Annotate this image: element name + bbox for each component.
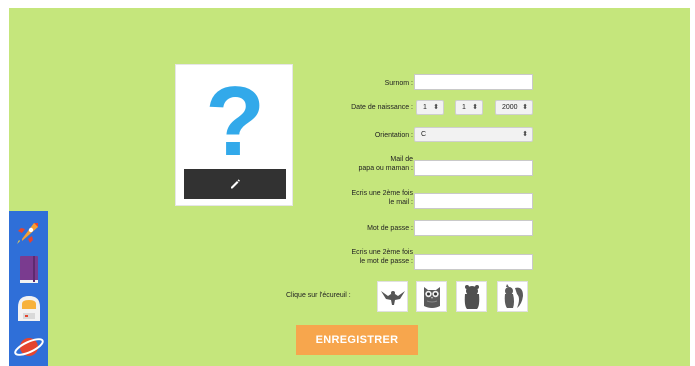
sidebar-item-planet[interactable] bbox=[9, 328, 48, 366]
email-confirm-input[interactable] bbox=[414, 193, 533, 209]
planet-icon bbox=[13, 338, 44, 356]
captcha-option-owl[interactable] bbox=[416, 281, 447, 312]
squirrel-icon bbox=[504, 283, 523, 308]
birthdate-label: Date de naissance : bbox=[351, 104, 413, 111]
astronaut-helmet-icon bbox=[17, 296, 40, 321]
rocket-icon bbox=[16, 223, 38, 244]
avatar-placeholder: ? bbox=[184, 66, 286, 176]
edit-avatar-button[interactable] bbox=[184, 169, 286, 199]
password-confirm-label-line2: le mot de passe : bbox=[359, 258, 413, 265]
birth-day-value: 1 bbox=[423, 104, 427, 111]
email-input[interactable] bbox=[414, 160, 533, 176]
email-label: Mail de papa ou maman : bbox=[359, 155, 413, 173]
password-label: Mot de passe : bbox=[367, 225, 413, 232]
captcha-option-squirrel[interactable] bbox=[497, 281, 528, 312]
select-arrow-icon: ⬍ bbox=[433, 104, 439, 111]
captcha-option-bear[interactable] bbox=[456, 281, 487, 312]
captcha-label: Clique sur l'écureuil : bbox=[286, 292, 351, 299]
eagle-icon bbox=[380, 290, 405, 305]
email-label-line1: Mail de bbox=[390, 156, 413, 163]
birth-month-select[interactable]: 1 ⬍ bbox=[455, 100, 483, 115]
surnom-label: Surnom : bbox=[384, 80, 413, 87]
birth-month-value: 1 bbox=[462, 104, 466, 111]
birth-year-value: 2000 bbox=[502, 104, 518, 111]
notebook-icon bbox=[19, 256, 38, 283]
email-confirm-label-line1: Ecris une 2ème fois bbox=[351, 190, 413, 197]
surnom-input[interactable] bbox=[414, 74, 533, 90]
birth-year-select[interactable]: 2000 ⬍ bbox=[495, 100, 533, 115]
birth-day-select[interactable]: 1 ⬍ bbox=[416, 100, 444, 115]
select-arrow-icon: ⬍ bbox=[522, 131, 528, 138]
orientation-label: Orientation : bbox=[374, 132, 413, 139]
avatar-card: ? bbox=[175, 64, 293, 206]
select-arrow-icon: ⬍ bbox=[522, 104, 528, 111]
password-confirm-input[interactable] bbox=[414, 254, 533, 270]
page-background bbox=[9, 8, 690, 366]
left-sidebar bbox=[9, 211, 48, 366]
bear-icon bbox=[464, 284, 479, 309]
email-label-line2: papa ou maman : bbox=[358, 165, 413, 172]
register-button[interactable]: ENREGISTRER bbox=[296, 325, 418, 355]
orientation-select[interactable]: C ⬍ bbox=[414, 127, 533, 142]
password-input[interactable] bbox=[414, 220, 533, 236]
email-confirm-label-line2: le mail : bbox=[388, 199, 413, 206]
sidebar-item-astronaut[interactable] bbox=[9, 290, 48, 328]
password-confirm-label: Ecris une 2ème fois le mot de passe : bbox=[352, 248, 413, 266]
sidebar-item-notebook[interactable] bbox=[9, 251, 48, 289]
orientation-value: C bbox=[421, 131, 427, 138]
captcha-option-eagle[interactable] bbox=[377, 281, 408, 312]
question-mark-icon: ? bbox=[205, 66, 265, 176]
email-confirm-label: Ecris une 2ème fois le mail : bbox=[352, 189, 413, 207]
select-arrow-icon: ⬍ bbox=[472, 104, 478, 111]
sidebar-item-rocket[interactable] bbox=[9, 213, 48, 251]
pencil-icon bbox=[231, 179, 240, 189]
owl-icon bbox=[423, 286, 440, 308]
password-confirm-label-line1: Ecris une 2ème fois bbox=[351, 249, 413, 256]
